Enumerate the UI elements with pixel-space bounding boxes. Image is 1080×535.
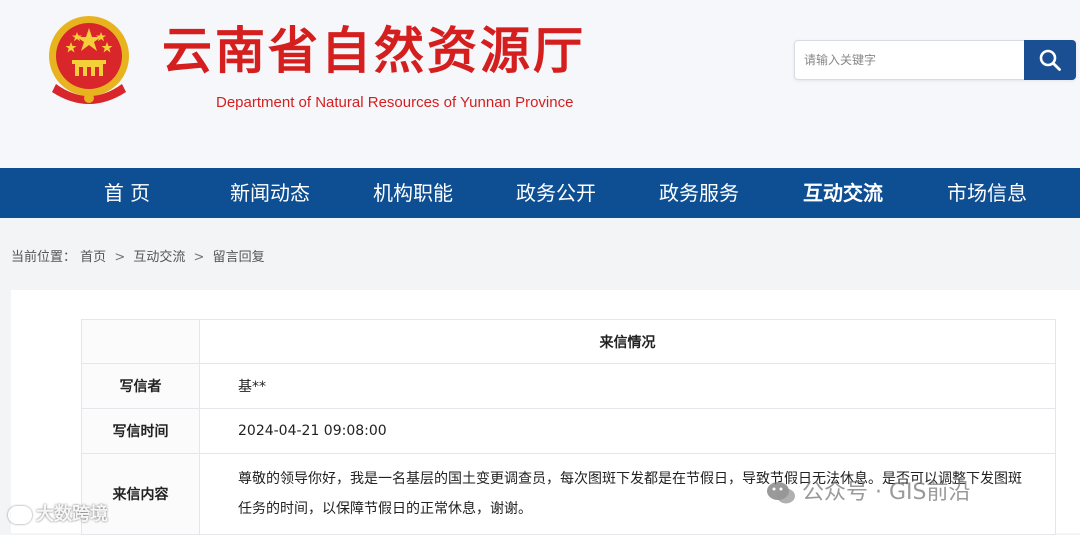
writer-label: 写信者 (81, 363, 200, 409)
nav-item-interaction[interactable]: 互动交流 (778, 168, 908, 218)
chat-bubble-icon (8, 506, 32, 524)
watermark-left: 大数跨境 (8, 500, 108, 526)
nav-item-government-affairs[interactable]: 政务公开 (491, 168, 621, 218)
writer-value: 基** (199, 363, 1056, 409)
breadcrumb-home[interactable]: 首页 (80, 246, 106, 265)
search-input[interactable] (795, 41, 1023, 79)
breadcrumb-interaction[interactable]: 互动交流 (133, 246, 185, 265)
watermark-right: 公众号 · GIS前沿 (766, 474, 970, 506)
watermark-left-text: 大数跨境 (36, 504, 108, 525)
write-time-label: 写信时间 (81, 408, 200, 454)
breadcrumb: 当前位置： 首页 > 互动交流 > 留言回复 (11, 246, 265, 265)
main-nav: 首 页 新闻动态 机构职能 政务公开 政务服务 互动交流 市场信息 (0, 168, 1080, 218)
site-title: 云南省自然资源厅 (162, 21, 586, 80)
breadcrumb-separator: > (193, 250, 205, 265)
write-time-value: 2024-04-21 09:08:00 (199, 408, 1056, 454)
table-corner-cell (81, 319, 200, 364)
site-header: 云南省自然资源厅 Department of Natural Resources… (0, 0, 1080, 168)
search-button[interactable] (1024, 40, 1076, 80)
section-title: 来信情况 (199, 319, 1056, 364)
nav-item-organization[interactable]: 机构职能 (348, 168, 478, 218)
national-emblem-icon (49, 16, 129, 104)
search-box (794, 40, 1076, 80)
watermark-right-text: 公众号 · GIS前沿 (802, 480, 971, 505)
nav-item-government-services[interactable]: 政务服务 (634, 168, 764, 218)
nav-item-news[interactable]: 新闻动态 (205, 168, 335, 218)
nav-item-home[interactable]: 首 页 (62, 168, 192, 218)
search-icon (1039, 49, 1061, 71)
breadcrumb-separator: > (114, 250, 126, 265)
table-row: 来信情况 (81, 319, 1056, 364)
site-subtitle: Department of Natural Resources of Yunna… (216, 94, 574, 111)
table-row: 写信时间 2024-04-21 09:08:00 (81, 408, 1056, 454)
table-row: 写信者 基** (81, 363, 1056, 409)
nav-item-market-info[interactable]: 市场信息 (922, 168, 1052, 218)
wechat-icon (767, 482, 795, 504)
breadcrumb-reply[interactable]: 留言回复 (213, 246, 265, 265)
breadcrumb-prefix: 当前位置： (11, 250, 77, 265)
